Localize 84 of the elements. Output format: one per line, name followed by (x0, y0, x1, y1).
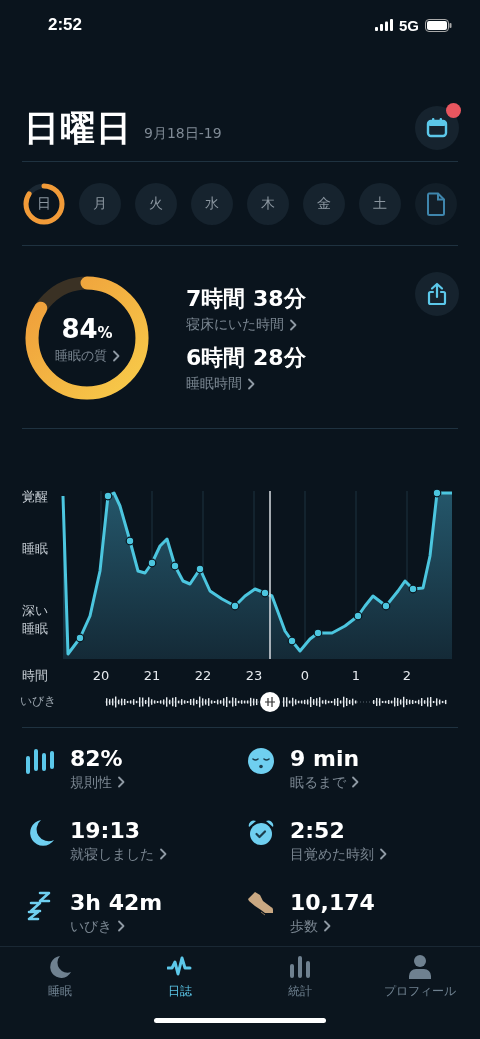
tab[interactable]: プロフィール (360, 954, 480, 1000)
data-point (147, 558, 157, 568)
calendar-icon (426, 117, 448, 139)
alarm-clock-icon (247, 819, 275, 847)
chevron-icon (323, 920, 331, 932)
y-axis-label: 覚醒 (22, 489, 48, 504)
metric-link[interactable]: 就寝しました (70, 844, 167, 864)
sleeping-face-icon (247, 747, 275, 775)
day-selector[interactable]: 火 (135, 183, 177, 225)
chevron-icon (159, 848, 167, 860)
quality-link[interactable]: 睡眠の質 (54, 347, 120, 365)
data-point (103, 491, 113, 501)
data-point (260, 588, 270, 598)
stat-value: 6時間 28分 (186, 344, 307, 372)
document-icon (426, 192, 446, 216)
person-icon (407, 954, 433, 980)
x-axis-label: 2 (402, 668, 412, 683)
snore-label: いびき (20, 693, 56, 710)
y-axis-label: 深い睡眠 (22, 603, 48, 636)
data-point (432, 488, 442, 498)
day-selector[interactable]: 水 (191, 183, 233, 225)
calendar-button[interactable] (415, 106, 459, 150)
chevron-icon (111, 350, 120, 362)
metric-link[interactable]: 規則性 (70, 772, 125, 792)
report-button[interactable] (415, 183, 457, 225)
day-selector[interactable]: 木 (247, 183, 289, 225)
day-title: 日曜日 (24, 106, 132, 150)
day-selector[interactable]: 土 (359, 183, 401, 225)
data-point (75, 633, 85, 643)
network-type: 5G (399, 16, 419, 34)
day-selector[interactable]: 金 (303, 183, 345, 225)
bar-chart-icon (287, 954, 313, 980)
x-axis-label: 1 (351, 668, 361, 683)
stat-link[interactable]: 寝床にいた時間 (186, 316, 297, 334)
chevron-icon (351, 776, 359, 788)
metric-value: 3h 42m (70, 890, 163, 916)
signal-icon (375, 19, 393, 31)
metric-value: 82% (70, 746, 124, 772)
moon-icon (27, 819, 55, 849)
x-axis-label: 23 (245, 668, 263, 683)
quality-score: 84% (61, 315, 113, 346)
metric-link[interactable]: 眠るまで (290, 772, 359, 792)
chevron-icon (289, 319, 297, 331)
data-point (408, 584, 418, 594)
metric-value: 19:13 (70, 818, 142, 844)
tab[interactable]: 日誌 (120, 954, 240, 1000)
bars-icon (25, 747, 57, 777)
metric-link[interactable]: 歩数 (290, 916, 331, 936)
stat-link[interactable]: 睡眠時間 (186, 375, 255, 393)
metric-value: 2:52 (290, 818, 346, 844)
date-range: 9月18日-19 (144, 125, 223, 143)
playhead-handle[interactable] (260, 692, 280, 712)
status-time: 2:52 (48, 15, 83, 35)
chevron-icon (247, 378, 255, 390)
moon-icon (47, 954, 73, 980)
metric-value: 9 min (290, 746, 360, 772)
x-axis-label: 21 (143, 668, 161, 683)
x-axis-label: 20 (92, 668, 110, 683)
battery-icon (425, 18, 452, 32)
y-axis-label: 睡眠 (22, 541, 48, 556)
tab[interactable]: 睡眠 (0, 954, 120, 1000)
share-button[interactable] (415, 272, 459, 316)
tab[interactable]: 統計 (240, 954, 360, 1000)
chevron-icon (379, 848, 387, 860)
data-point (381, 601, 391, 611)
chevron-icon (117, 776, 125, 788)
share-icon (426, 282, 448, 306)
day-selector[interactable]: 日 (23, 183, 65, 225)
metric-link[interactable]: 目覚めた時刻 (290, 844, 387, 864)
data-point (287, 636, 297, 646)
data-point (230, 601, 240, 611)
metric-value: 10,174 (290, 890, 375, 916)
day-selector[interactable]: 月 (79, 183, 121, 225)
stat-value: 7時間 38分 (186, 285, 307, 313)
chevron-icon (117, 920, 125, 932)
data-point (313, 628, 323, 638)
data-point (195, 564, 205, 574)
x-axis-title: 時間 (22, 668, 48, 683)
data-point (170, 561, 180, 571)
x-axis-label: 22 (194, 668, 212, 683)
data-point (353, 611, 363, 621)
data-point (125, 536, 135, 546)
metric-link[interactable]: いびき (70, 916, 125, 936)
x-axis-label: 0 (300, 668, 310, 683)
